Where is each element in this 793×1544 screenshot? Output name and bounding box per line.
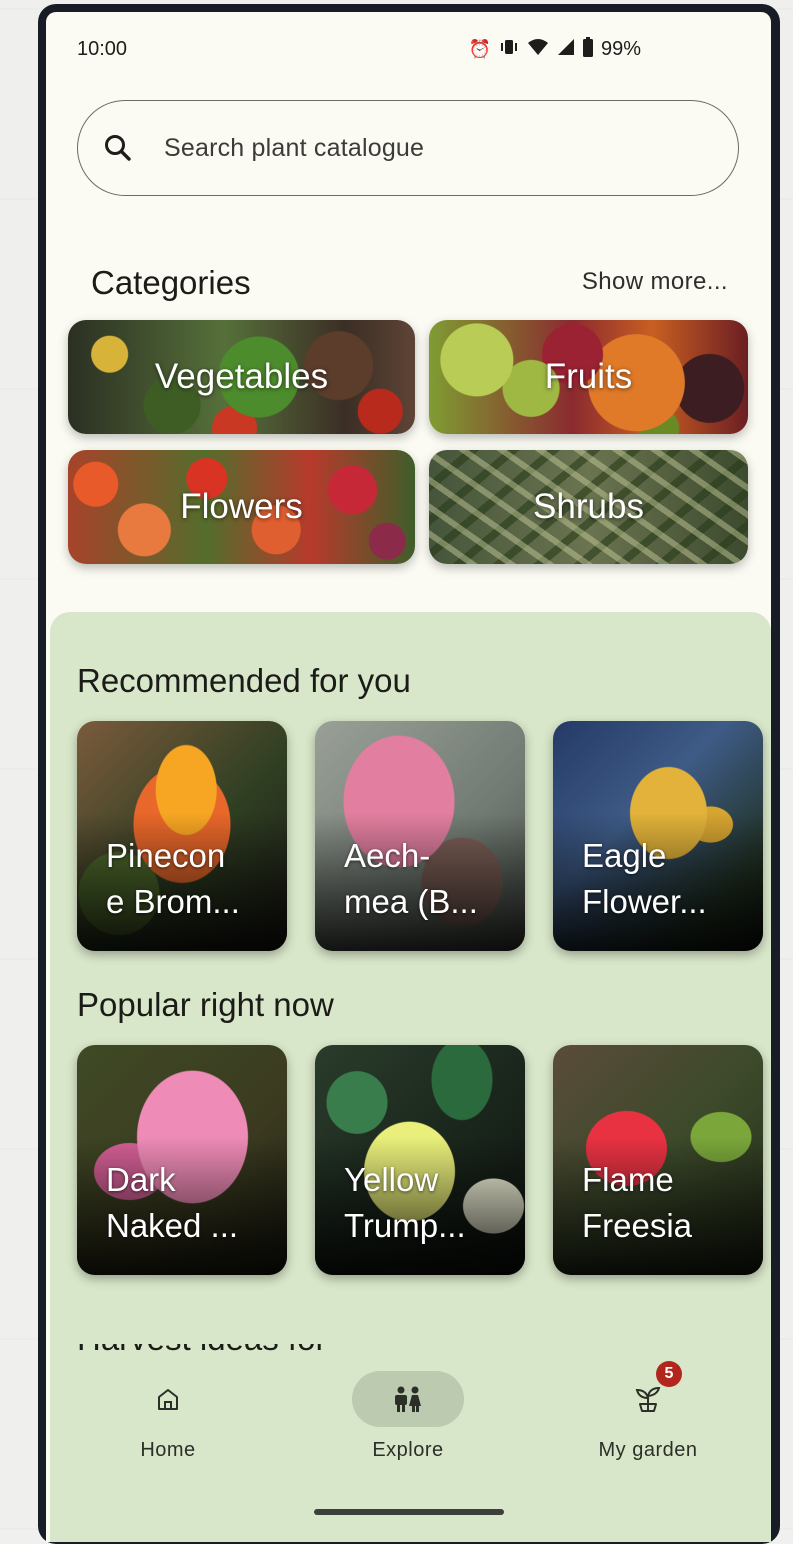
- search-icon: [105, 135, 131, 161]
- signal-icon: [557, 38, 575, 60]
- category-fruits[interactable]: Fruits: [429, 320, 748, 434]
- plant-card[interactable]: Pinecon e Brom...: [77, 721, 287, 951]
- category-label: Shrubs: [533, 487, 644, 526]
- plant-card[interactable]: Flame Freesia: [553, 1045, 763, 1275]
- battery-icon: [582, 37, 593, 61]
- next-section-title: Harvest ideas for this season: [77, 1344, 377, 1358]
- popular-title: Popular right now: [77, 986, 334, 1023]
- explore-icon: [395, 1386, 421, 1412]
- plant-name: Yellow Trump...: [344, 1161, 466, 1244]
- plant-name: Pinecon e Brom...: [106, 837, 240, 920]
- category-label: Flowers: [180, 487, 303, 526]
- recommended-title: Recommended for you: [77, 662, 411, 699]
- plant-card[interactable]: Dark Naked ...: [77, 1045, 287, 1275]
- app-screen: 10:00 ⏰ 99% Search plant catalogue Categ…: [46, 12, 771, 1542]
- plant-card[interactable]: Yellow Trump...: [315, 1045, 525, 1275]
- next-section-text: Harvest ideas for this season: [77, 1344, 377, 1358]
- category-shrubs[interactable]: Shrubs: [429, 450, 748, 564]
- plant-name: Dark Naked ...: [106, 1161, 239, 1244]
- nav-label: Explore: [372, 1439, 444, 1461]
- search-bar[interactable]: Search plant catalogue: [77, 100, 739, 196]
- bottom-navigation: Home Explore 5 My garden: [46, 1361, 771, 1542]
- category-flowers[interactable]: Flowers: [68, 450, 415, 564]
- plant-name: Aech- mea (B...: [344, 837, 478, 920]
- nav-item-home[interactable]: Home: [88, 1367, 248, 1497]
- show-more-link[interactable]: Show more...: [582, 268, 728, 296]
- search-input[interactable]: Search plant catalogue: [164, 134, 424, 163]
- alarm-icon: ⏰: [468, 39, 491, 59]
- gesture-home-bar[interactable]: [314, 1509, 504, 1515]
- categories-title: Categories: [91, 264, 251, 301]
- category-label: Vegetables: [154, 357, 329, 396]
- category-label: Fruits: [544, 357, 633, 396]
- nav-item-my-garden[interactable]: 5 My garden: [568, 1361, 728, 1497]
- status-icons: ⏰ 99%: [469, 37, 641, 61]
- nav-pill-active: [352, 1371, 464, 1427]
- plant-name: Eagle Flower...: [582, 837, 707, 920]
- nav-label: Home: [140, 1439, 196, 1461]
- nav-item-explore[interactable]: Explore: [328, 1367, 488, 1497]
- battery-percent: 99%: [600, 37, 641, 60]
- plant-card[interactable]: Eagle Flower...: [553, 721, 763, 951]
- home-icon: [158, 1389, 178, 1410]
- category-vegetables[interactable]: Vegetables: [68, 320, 415, 434]
- plant-name: Flame Freesia: [582, 1161, 693, 1244]
- nav-pill: [112, 1371, 224, 1427]
- nav-label: My garden: [598, 1439, 698, 1461]
- status-time: 10:00: [77, 38, 128, 60]
- notification-badge: 5: [656, 1361, 682, 1387]
- plant-card[interactable]: Aech- mea (B...: [315, 721, 525, 951]
- sprout-icon: [635, 1386, 661, 1412]
- vibrate-icon: [499, 38, 519, 60]
- nav-pill: 5: [592, 1361, 704, 1427]
- wifi-icon: [527, 38, 549, 60]
